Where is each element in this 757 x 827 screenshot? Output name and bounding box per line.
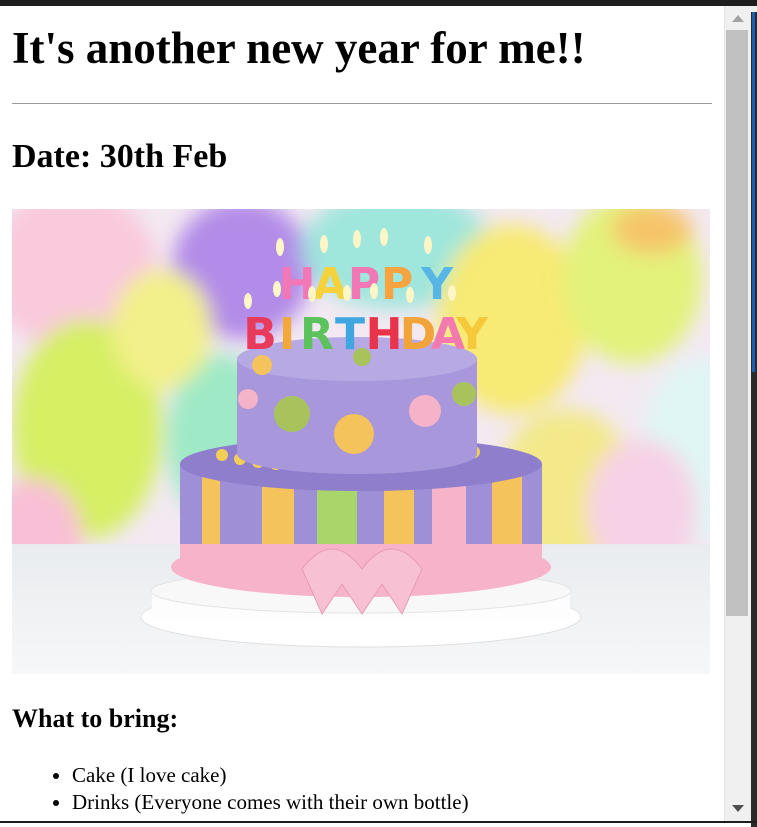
svg-text:B: B: [243, 309, 277, 360]
birthday-cake-image: H A P P Y B I R T H D A Y: [12, 209, 710, 674]
svg-text:A: A: [313, 259, 347, 310]
scrollbar-track[interactable]: [724, 6, 751, 821]
svg-text:Y: Y: [455, 309, 489, 360]
window-edge: [751, 12, 757, 827]
candle-letters-birthday: B I R T H D A Y: [243, 309, 489, 360]
candle-letters-happy: H A P P Y: [279, 259, 454, 310]
vertical-scrollbar[interactable]: [724, 6, 757, 827]
svg-text:I: I: [279, 309, 295, 360]
scrollbar-thumb[interactable]: [726, 30, 748, 616]
scroll-up-button[interactable]: [725, 6, 751, 30]
scroll-down-button[interactable]: [725, 797, 751, 821]
what-to-bring-heading: What to bring:: [12, 704, 179, 733]
chevron-up-icon: [732, 15, 744, 22]
svg-text:H: H: [366, 309, 403, 360]
svg-text:H: H: [279, 259, 316, 310]
page-content: It's another new year for me!! Date: 30t…: [12, 6, 712, 816]
list-item: Cake (I love cake): [72, 762, 712, 789]
svg-text:P: P: [381, 259, 413, 310]
svg-text:Y: Y: [420, 259, 454, 310]
bring-list: Cake (I love cake) Drinks (Everyone come…: [12, 762, 712, 816]
date-heading: Date: 30th Feb: [12, 138, 228, 175]
page-title: It's another new year for me!!: [12, 23, 586, 73]
divider: [12, 103, 712, 104]
svg-text:R: R: [300, 309, 334, 360]
list-item: Drinks (Everyone comes with their own bo…: [72, 789, 712, 816]
svg-text:T: T: [335, 309, 365, 360]
chevron-down-icon: [732, 805, 744, 812]
